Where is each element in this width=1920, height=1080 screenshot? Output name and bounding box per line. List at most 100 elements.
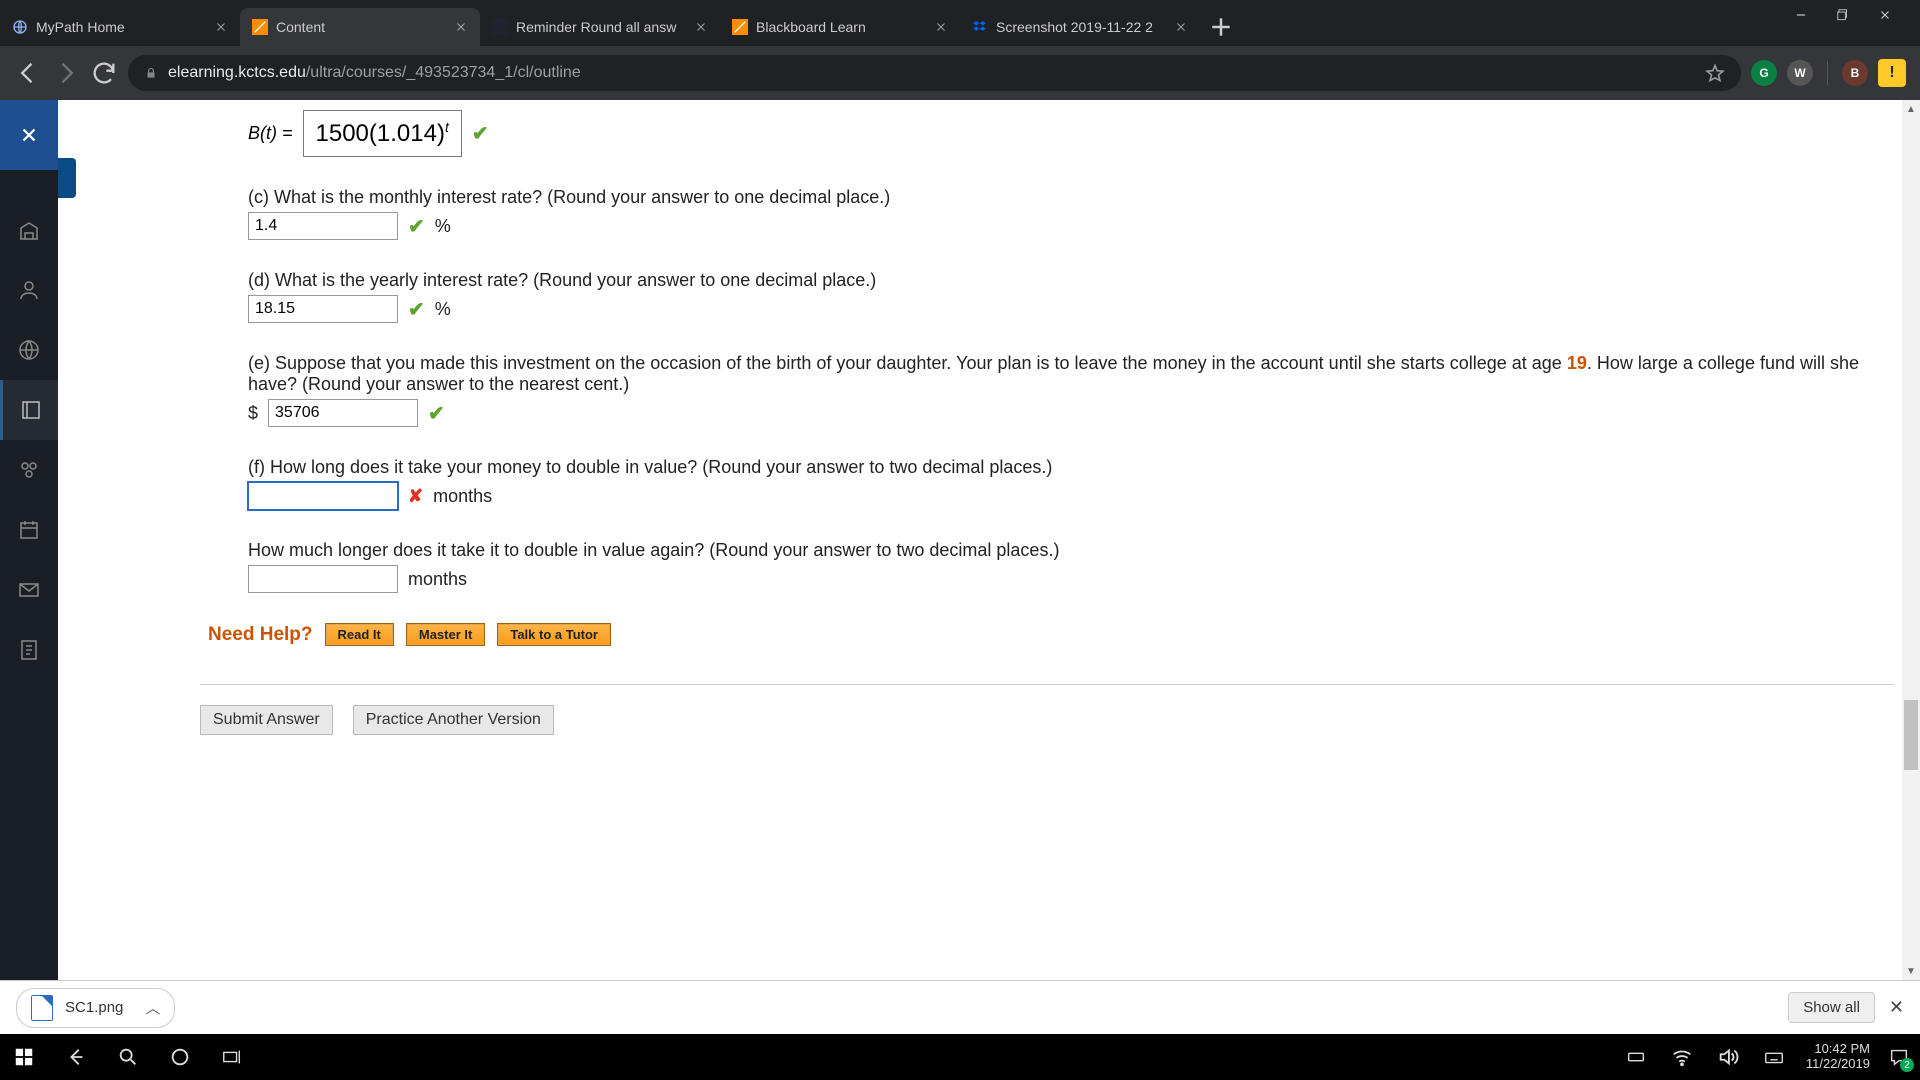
close-shelf-button[interactable]: ✕	[1889, 997, 1904, 1018]
file-icon	[31, 995, 53, 1021]
scrollbar[interactable]: ▲ ▼	[1902, 100, 1920, 980]
keyboard-icon[interactable]	[1760, 1043, 1788, 1071]
question-g: How much longer does it take it to doubl…	[248, 540, 1894, 593]
maximize-icon[interactable]	[1836, 8, 1850, 27]
scroll-up-icon[interactable]: ▲	[1902, 100, 1920, 118]
practice-another-button[interactable]: Practice Another Version	[353, 705, 554, 735]
close-icon[interactable]	[454, 20, 468, 34]
taskbar: 10:42 PM 11/22/2019 2	[0, 1034, 1920, 1080]
answer-input-d[interactable]	[248, 295, 398, 323]
question-prompt: (d) What is the yearly interest rate? (R…	[248, 270, 1894, 291]
profile-avatar[interactable]: B	[1842, 60, 1868, 86]
answer-input-g[interactable]	[248, 565, 398, 593]
question-d: (d) What is the yearly interest rate? (R…	[248, 270, 1894, 323]
scrollbar-thumb[interactable]	[1904, 700, 1918, 770]
task-view-icon[interactable]	[218, 1043, 246, 1071]
close-window-icon[interactable]	[1878, 8, 1892, 27]
submit-answer-button[interactable]: Submit Answer	[200, 705, 333, 735]
answer-input-c[interactable]	[248, 212, 398, 240]
close-icon[interactable]	[694, 20, 708, 34]
unit-label: months	[408, 569, 467, 590]
tab-title: Reminder Round all answ	[516, 19, 686, 35]
content-pane: B(t) = 1500(1.014)t ✔ (c) What is the mo…	[58, 100, 1920, 980]
master-it-button[interactable]: Master It	[406, 623, 485, 646]
organizations-icon[interactable]	[0, 440, 58, 500]
close-icon[interactable]	[934, 20, 948, 34]
formula-answer: 1500(1.014)t	[303, 110, 462, 157]
courses-icon[interactable]	[0, 380, 58, 440]
browser-tab[interactable]: MyPath Home	[0, 8, 240, 46]
app-icon	[492, 19, 508, 35]
input-icon[interactable]	[1622, 1043, 1650, 1071]
read-it-button[interactable]: Read It	[325, 623, 394, 646]
notifications-icon[interactable]: 2	[1888, 1046, 1910, 1068]
browser-tab[interactable]: Reminder Round all answ	[480, 8, 720, 46]
question-c: (c) What is the monthly interest rate? (…	[248, 187, 1894, 240]
main-area: B(t) = 1500(1.014)t ✔ (c) What is the mo…	[0, 100, 1920, 980]
cross-icon: ✘	[408, 486, 423, 507]
need-help-label: Need Help?	[208, 624, 313, 646]
search-icon[interactable]	[114, 1043, 142, 1071]
check-icon: ✔	[408, 214, 425, 239]
close-icon[interactable]	[1174, 20, 1188, 34]
back-button[interactable]	[14, 59, 42, 87]
calendar-icon[interactable]	[0, 500, 58, 560]
profile-icon[interactable]	[0, 260, 58, 320]
question-body: B(t) = 1500(1.014)t ✔ (c) What is the mo…	[58, 100, 1920, 735]
address-bar: elearning.kctcs.edu/ultra/courses/_49352…	[0, 46, 1920, 100]
tab-title: Screenshot 2019-11-22 2	[996, 19, 1166, 35]
extension-w-icon[interactable]: W	[1787, 60, 1813, 86]
answer-input-e[interactable]	[268, 399, 418, 427]
url-text: elearning.kctcs.edu/ultra/courses/_49352…	[168, 64, 581, 82]
formula-row: B(t) = 1500(1.014)t ✔	[248, 110, 1894, 157]
download-filename: SC1.png	[65, 999, 123, 1016]
sidebar	[0, 100, 58, 980]
sidebar-close-button[interactable]	[0, 100, 58, 170]
notification-badge: 2	[1900, 1058, 1914, 1072]
bookmark-star-icon[interactable]	[1705, 63, 1725, 83]
back-navigation-icon[interactable]	[62, 1043, 90, 1071]
browser-tab[interactable]: Content	[240, 8, 480, 46]
question-f: (f) How long does it take your money to …	[248, 457, 1894, 510]
url-input[interactable]: elearning.kctcs.edu/ultra/courses/_49352…	[128, 55, 1741, 91]
extension-grammarly-icon[interactable]: G	[1751, 60, 1777, 86]
check-icon: ✔	[472, 121, 489, 146]
download-item[interactable]: SC1.png ︿	[16, 988, 175, 1028]
clock[interactable]: 10:42 PM 11/22/2019	[1806, 1042, 1870, 1072]
question-prompt: (c) What is the monthly interest rate? (…	[248, 187, 1894, 208]
institution-icon[interactable]	[0, 200, 58, 260]
unit-label: %	[435, 299, 451, 320]
browser-tab[interactable]: Screenshot 2019-11-22 2	[960, 8, 1200, 46]
reload-button[interactable]	[90, 59, 118, 87]
clock-date: 11/22/2019	[1806, 1057, 1870, 1072]
grades-icon[interactable]	[0, 620, 58, 680]
cortana-icon[interactable]	[166, 1043, 194, 1071]
talk-to-tutor-button[interactable]: Talk to a Tutor	[497, 623, 611, 646]
messages-icon[interactable]	[0, 560, 58, 620]
close-icon[interactable]	[214, 20, 228, 34]
activity-icon[interactable]	[0, 320, 58, 380]
unit-label: %	[435, 216, 451, 237]
app-icon	[252, 19, 268, 35]
wifi-icon[interactable]	[1668, 1043, 1696, 1071]
start-button[interactable]	[10, 1043, 38, 1071]
currency-label: $	[248, 403, 258, 424]
bottom-buttons: Submit Answer Practice Another Version	[200, 684, 1894, 735]
show-all-button[interactable]: Show all	[1788, 992, 1875, 1023]
forward-button[interactable]	[52, 59, 80, 87]
new-tab-button[interactable]	[1206, 12, 1236, 42]
download-shelf: SC1.png ︿ Show all ✕	[0, 980, 1920, 1034]
answer-input-f[interactable]	[248, 482, 398, 510]
info-tab[interactable]	[58, 158, 76, 198]
check-icon: ✔	[408, 297, 425, 322]
minimize-icon[interactable]	[1794, 8, 1808, 27]
volume-icon[interactable]	[1714, 1043, 1742, 1071]
alert-icon[interactable]: !	[1878, 59, 1906, 87]
scroll-down-icon[interactable]: ▼	[1902, 962, 1920, 980]
check-icon: ✔	[428, 401, 445, 426]
formula-lhs: B(t) =	[248, 123, 293, 144]
browser-tab[interactable]: Blackboard Learn	[720, 8, 960, 46]
app-icon	[732, 19, 748, 35]
chevron-up-icon[interactable]: ︿	[145, 997, 160, 1018]
question-prompt: How much longer does it take it to doubl…	[248, 540, 1894, 561]
